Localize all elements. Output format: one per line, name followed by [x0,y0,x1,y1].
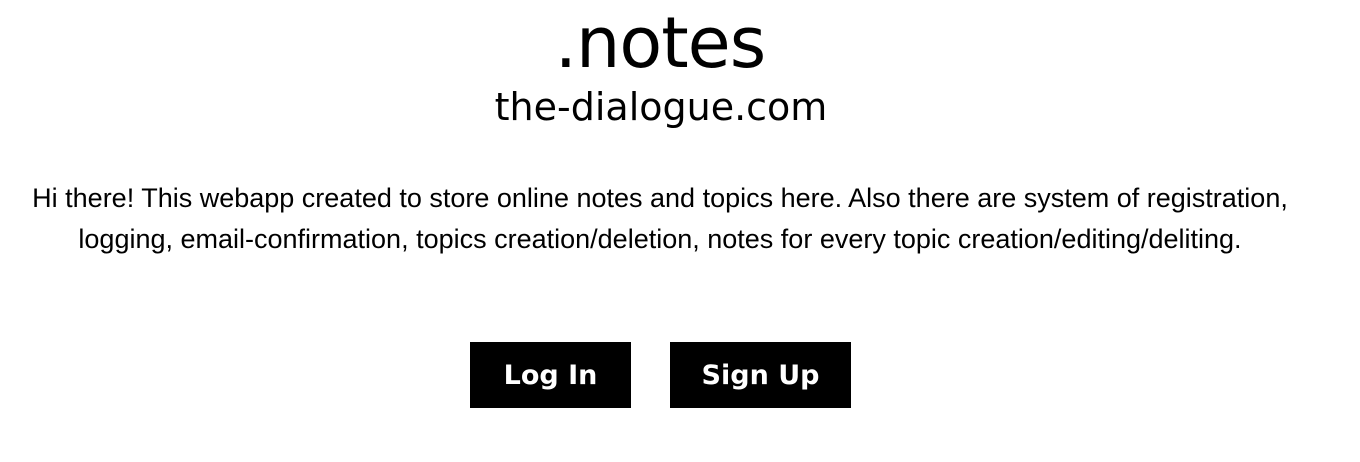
signup-button[interactable]: Sign Up [670,342,851,408]
site-domain: the-dialogue.com [494,85,828,129]
intro-text: Hi there! This webapp created to store o… [32,183,1288,254]
login-button[interactable]: Log In [470,342,631,408]
landing-page: .notes the-dialogue.com Hi there! This w… [0,0,1360,462]
site-logo-title: .notes [554,2,766,84]
auth-actions: Log In Sign Up [470,342,851,408]
